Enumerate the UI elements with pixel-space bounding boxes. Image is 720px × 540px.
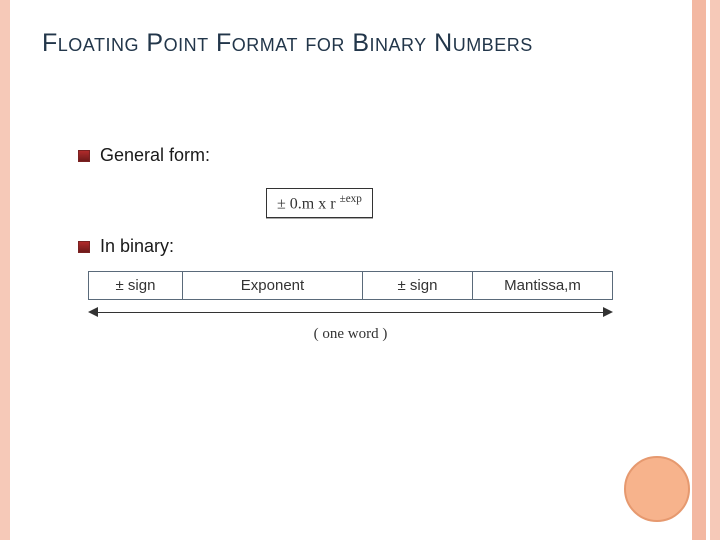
bullet-label: General form: <box>100 145 210 166</box>
slide-content: General form: ± 0.m x r ±exp In binary: … <box>78 145 660 343</box>
bullet-general-form: General form: <box>78 145 660 166</box>
formula-box: ± 0.m x r ±exp <box>266 188 373 218</box>
bullet-icon <box>78 150 90 162</box>
decor-stripe-right <box>710 0 720 540</box>
formula-exp: exp <box>346 193 362 205</box>
field-sign1: ± sign <box>88 271 183 300</box>
word-layout-table: ± sign Exponent ± sign Mantissa,m <box>88 271 660 300</box>
arrow-right-icon <box>603 307 613 317</box>
arrow-shaft <box>96 312 605 313</box>
field-sign2: ± sign <box>363 271 473 300</box>
decor-stripe-left <box>0 0 10 540</box>
decor-stripe-inner-right <box>692 0 706 540</box>
bullet-label: In binary: <box>100 236 174 257</box>
field-mantissa: Mantissa,m <box>473 271 613 300</box>
formula-pm1: ± <box>277 195 286 212</box>
decor-circle-icon <box>624 456 690 522</box>
field-exponent: Exponent <box>183 271 363 300</box>
word-caption: ( one word ) <box>88 326 613 343</box>
bullet-icon <box>78 241 90 253</box>
word-span-arrow <box>88 306 613 320</box>
formula-body: 0.m x r <box>286 195 340 212</box>
bullet-in-binary: In binary: <box>78 236 660 257</box>
slide-title: Floating Point Format for Binary Numbers <box>42 28 533 58</box>
